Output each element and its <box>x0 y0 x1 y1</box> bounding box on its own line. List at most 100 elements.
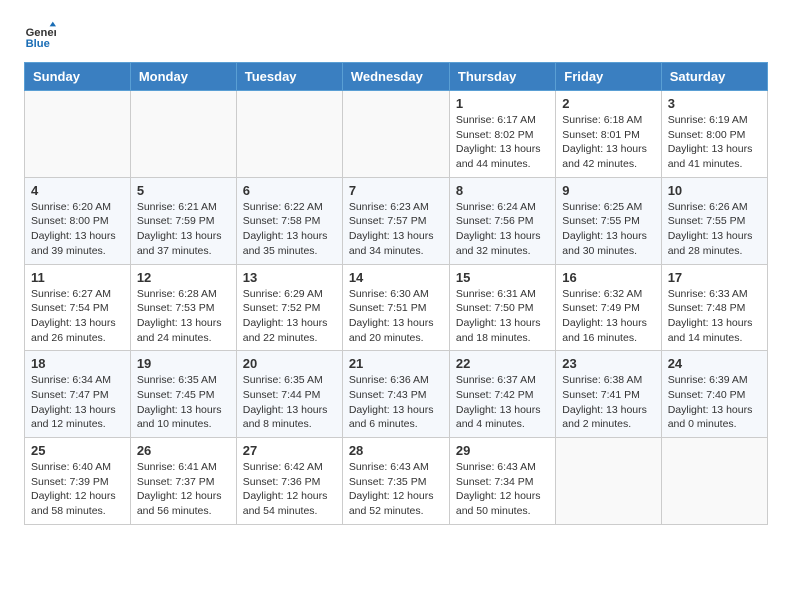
calendar-cell: 6 Sunrise: 6:22 AMSunset: 7:58 PMDaylight… <box>236 177 342 264</box>
calendar-cell: 28 Sunrise: 6:43 AMSunset: 7:35 PMDayligh… <box>342 438 449 525</box>
day-number: 15 <box>456 270 549 285</box>
calendar-cell: 4 Sunrise: 6:20 AMSunset: 8:00 PMDaylight… <box>25 177 131 264</box>
calendar-cell: 15 Sunrise: 6:31 AMSunset: 7:50 PMDayligh… <box>449 264 555 351</box>
calendar-cell <box>25 91 131 178</box>
calendar-cell: 22 Sunrise: 6:37 AMSunset: 7:42 PMDayligh… <box>449 351 555 438</box>
day-info: Sunrise: 6:35 AMSunset: 7:45 PMDaylight:… <box>137 373 230 432</box>
day-number: 3 <box>668 96 761 111</box>
day-number: 19 <box>137 356 230 371</box>
calendar-cell: 9 Sunrise: 6:25 AMSunset: 7:55 PMDaylight… <box>556 177 661 264</box>
calendar-week-4: 18Sunrise: 6:34 AMSunset: 7:47 PMDayligh… <box>25 351 768 438</box>
day-info: Sunrise: 6:26 AMSunset: 7:55 PMDaylight:… <box>668 200 761 259</box>
calendar-weekday-saturday: Saturday <box>661 63 767 91</box>
day-number: 20 <box>243 356 336 371</box>
day-number: 6 <box>243 183 336 198</box>
day-number: 10 <box>668 183 761 198</box>
day-number: 26 <box>137 443 230 458</box>
day-info: Sunrise: 6:28 AMSunset: 7:53 PMDaylight:… <box>137 287 230 346</box>
calendar-cell: 8 Sunrise: 6:24 AMSunset: 7:56 PMDaylight… <box>449 177 555 264</box>
day-number: 18 <box>31 356 124 371</box>
calendar-cell: 24 Sunrise: 6:39 AMSunset: 7:40 PMDayligh… <box>661 351 767 438</box>
day-number: 25 <box>31 443 124 458</box>
calendar-cell <box>342 91 449 178</box>
day-info: Sunrise: 6:37 AMSunset: 7:42 PMDaylight:… <box>456 373 549 432</box>
calendar-cell: 13Sunrise: 6:29 AMSunset: 7:52 PMDayligh… <box>236 264 342 351</box>
calendar-weekday-monday: Monday <box>130 63 236 91</box>
day-info: Sunrise: 6:33 AMSunset: 7:48 PMDaylight:… <box>668 287 761 346</box>
day-info: Sunrise: 6:24 AMSunset: 7:56 PMDaylight:… <box>456 200 549 259</box>
svg-text:General: General <box>26 27 56 39</box>
day-info: Sunrise: 6:19 AMSunset: 8:00 PMDaylight:… <box>668 113 761 172</box>
day-number: 14 <box>349 270 443 285</box>
day-info: Sunrise: 6:29 AMSunset: 7:52 PMDaylight:… <box>243 287 336 346</box>
day-number: 7 <box>349 183 443 198</box>
day-info: Sunrise: 6:23 AMSunset: 7:57 PMDaylight:… <box>349 200 443 259</box>
calendar-cell: 26Sunrise: 6:41 AMSunset: 7:37 PMDayligh… <box>130 438 236 525</box>
day-number: 16 <box>562 270 654 285</box>
calendar-week-5: 25 Sunrise: 6:40 AMSunset: 7:39 PMDayligh… <box>25 438 768 525</box>
calendar-week-2: 4 Sunrise: 6:20 AMSunset: 8:00 PMDaylight… <box>25 177 768 264</box>
calendar-cell <box>130 91 236 178</box>
day-number: 17 <box>668 270 761 285</box>
svg-text:Blue: Blue <box>26 38 50 50</box>
day-number: 11 <box>31 270 124 285</box>
day-info: Sunrise: 6:38 AMSunset: 7:41 PMDaylight:… <box>562 373 654 432</box>
day-info: Sunrise: 6:43 AMSunset: 7:34 PMDaylight:… <box>456 460 549 519</box>
calendar-cell: 5 Sunrise: 6:21 AMSunset: 7:59 PMDaylight… <box>130 177 236 264</box>
day-number: 1 <box>456 96 549 111</box>
day-info: Sunrise: 6:22 AMSunset: 7:58 PMDaylight:… <box>243 200 336 259</box>
calendar-week-3: 11 Sunrise: 6:27 AMSunset: 7:54 PMDayligh… <box>25 264 768 351</box>
calendar-table: SundayMondayTuesdayWednesdayThursdayFrid… <box>24 62 768 525</box>
calendar-cell: 2Sunrise: 6:18 AMSunset: 8:01 PMDaylight… <box>556 91 661 178</box>
calendar-cell: 18Sunrise: 6:34 AMSunset: 7:47 PMDayligh… <box>25 351 131 438</box>
day-number: 28 <box>349 443 443 458</box>
day-info: Sunrise: 6:27 AMSunset: 7:54 PMDaylight:… <box>31 287 124 346</box>
calendar-cell: 16Sunrise: 6:32 AMSunset: 7:49 PMDayligh… <box>556 264 661 351</box>
day-number: 22 <box>456 356 549 371</box>
day-info: Sunrise: 6:36 AMSunset: 7:43 PMDaylight:… <box>349 373 443 432</box>
calendar-cell: 20Sunrise: 6:35 AMSunset: 7:44 PMDayligh… <box>236 351 342 438</box>
day-info: Sunrise: 6:25 AMSunset: 7:55 PMDaylight:… <box>562 200 654 259</box>
day-info: Sunrise: 6:39 AMSunset: 7:40 PMDaylight:… <box>668 373 761 432</box>
calendar-cell: 11 Sunrise: 6:27 AMSunset: 7:54 PMDayligh… <box>25 264 131 351</box>
logo: General Blue <box>24 20 56 54</box>
day-info: Sunrise: 6:21 AMSunset: 7:59 PMDaylight:… <box>137 200 230 259</box>
calendar-week-1: 1 Sunrise: 6:17 AMSunset: 8:02 PMDaylight… <box>25 91 768 178</box>
day-number: 12 <box>137 270 230 285</box>
calendar-header: SundayMondayTuesdayWednesdayThursdayFrid… <box>25 63 768 91</box>
day-info: Sunrise: 6:17 AMSunset: 8:02 PMDaylight:… <box>456 113 549 172</box>
calendar-body: 1 Sunrise: 6:17 AMSunset: 8:02 PMDaylight… <box>25 91 768 525</box>
day-number: 9 <box>562 183 654 198</box>
calendar-cell: 14 Sunrise: 6:30 AMSunset: 7:51 PMDayligh… <box>342 264 449 351</box>
day-number: 8 <box>456 183 549 198</box>
calendar-weekday-thursday: Thursday <box>449 63 555 91</box>
calendar-cell: 19 Sunrise: 6:35 AMSunset: 7:45 PMDayligh… <box>130 351 236 438</box>
calendar-weekday-friday: Friday <box>556 63 661 91</box>
calendar-cell: 25 Sunrise: 6:40 AMSunset: 7:39 PMDayligh… <box>25 438 131 525</box>
calendar-cell: 21Sunrise: 6:36 AMSunset: 7:43 PMDayligh… <box>342 351 449 438</box>
day-info: Sunrise: 6:20 AMSunset: 8:00 PMDaylight:… <box>31 200 124 259</box>
day-info: Sunrise: 6:31 AMSunset: 7:50 PMDaylight:… <box>456 287 549 346</box>
calendar-cell: 7 Sunrise: 6:23 AMSunset: 7:57 PMDaylight… <box>342 177 449 264</box>
calendar-cell <box>556 438 661 525</box>
day-info: Sunrise: 6:43 AMSunset: 7:35 PMDaylight:… <box>349 460 443 519</box>
calendar-cell <box>236 91 342 178</box>
calendar-weekday-wednesday: Wednesday <box>342 63 449 91</box>
page-header: General Blue <box>24 20 768 54</box>
calendar-cell <box>661 438 767 525</box>
day-number: 4 <box>31 183 124 198</box>
calendar-cell: 10 Sunrise: 6:26 AMSunset: 7:55 PMDayligh… <box>661 177 767 264</box>
day-number: 29 <box>456 443 549 458</box>
logo-icon: General Blue <box>24 20 56 52</box>
calendar-cell: 1 Sunrise: 6:17 AMSunset: 8:02 PMDaylight… <box>449 91 555 178</box>
day-info: Sunrise: 6:40 AMSunset: 7:39 PMDaylight:… <box>31 460 124 519</box>
day-info: Sunrise: 6:18 AMSunset: 8:01 PMDaylight:… <box>562 113 654 172</box>
day-info: Sunrise: 6:30 AMSunset: 7:51 PMDaylight:… <box>349 287 443 346</box>
day-number: 24 <box>668 356 761 371</box>
day-number: 27 <box>243 443 336 458</box>
calendar-cell: 27 Sunrise: 6:42 AMSunset: 7:36 PMDayligh… <box>236 438 342 525</box>
calendar-cell: 29 Sunrise: 6:43 AMSunset: 7:34 PMDayligh… <box>449 438 555 525</box>
day-number: 5 <box>137 183 230 198</box>
day-info: Sunrise: 6:42 AMSunset: 7:36 PMDaylight:… <box>243 460 336 519</box>
calendar-cell: 17 Sunrise: 6:33 AMSunset: 7:48 PMDayligh… <box>661 264 767 351</box>
